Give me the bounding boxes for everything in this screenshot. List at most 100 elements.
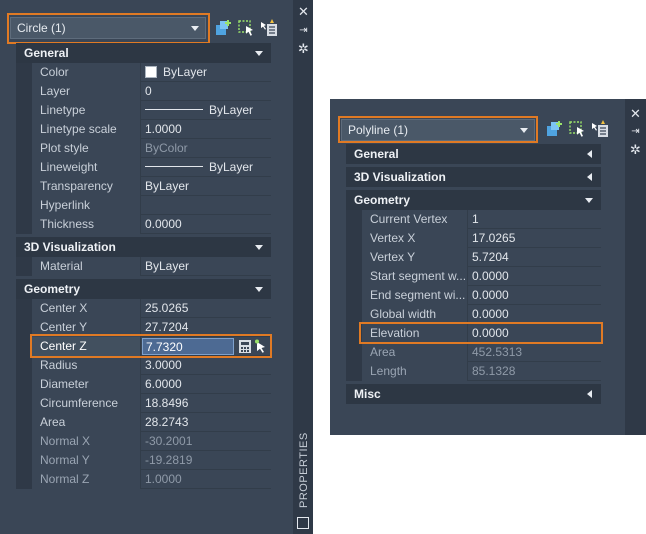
close-icon[interactable]: ✕ [629, 107, 642, 120]
auto-hide-icon[interactable]: ⇥ [297, 24, 310, 37]
properties-palette-icon [297, 517, 309, 529]
section-misc[interactable]: Misc [346, 384, 601, 404]
prop-value[interactable]: 0.0000 [468, 286, 601, 305]
toggle-pickadd-icon[interactable] [214, 19, 232, 37]
object-type-dropdown[interactable]: Circle (1) [10, 17, 206, 39]
visualization-grid: Material ByLayer [16, 257, 271, 276]
prop-value[interactable]: 6.0000 [141, 375, 271, 394]
prop-row-linetype[interactable]: Linetype ByLayer [32, 101, 271, 120]
object-type-dropdown[interactable]: Polyline (1) [341, 119, 535, 141]
prop-row-diameter[interactable]: Diameter 6.0000 [32, 375, 271, 394]
quick-select-icon[interactable] [591, 120, 609, 138]
prop-value[interactable]: 0 [141, 82, 271, 101]
prop-value[interactable]: ByLayer [141, 63, 271, 82]
geometry-grid: Center X 25.0265 Center Y 27.7204 Center… [16, 299, 271, 489]
close-icon[interactable]: ✕ [297, 5, 310, 18]
prop-row-vertex-y[interactable]: Vertex Y 5.7204 [362, 248, 601, 267]
prop-row-radius[interactable]: Radius 3.0000 [32, 356, 271, 375]
collapse-icon [255, 51, 263, 56]
pick-point-icon[interactable] [254, 339, 268, 354]
prop-row-transparency[interactable]: Transparency ByLayer [32, 177, 271, 196]
prop-row-center-x[interactable]: Center X 25.0265 [32, 299, 271, 318]
prop-value[interactable]: 5.7204 [468, 248, 601, 267]
prop-row-current-vertex[interactable]: Current Vertex 1 [362, 210, 601, 229]
prop-value[interactable]: 18.8496 [141, 394, 271, 413]
prop-value[interactable]: 1.0000 [141, 120, 271, 139]
palette-title-label: PROPERTIES [298, 432, 310, 508]
section-general[interactable]: General [16, 43, 271, 63]
prop-row-center-y[interactable]: Center Y 27.7204 [32, 318, 271, 337]
prop-value[interactable]: ByLayer [141, 158, 271, 177]
section-3d-visualization[interactable]: 3D Visualization [346, 167, 601, 187]
prop-label: Center X [32, 299, 141, 318]
prop-row-circumference[interactable]: Circumference 18.8496 [32, 394, 271, 413]
prop-row-hyperlink[interactable]: Hyperlink [32, 196, 271, 215]
lineweight-value: ByLayer [209, 160, 254, 174]
color-value: ByLayer [163, 65, 208, 79]
color-swatch-icon [145, 66, 157, 78]
prop-value[interactable]: 0.0000 [468, 324, 601, 343]
prop-value[interactable]: 0.0000 [141, 215, 271, 234]
prop-label: Diameter [32, 375, 141, 394]
prop-value[interactable]: 28.2743 [141, 413, 271, 432]
prop-row-color[interactable]: Color ByLayer [32, 63, 271, 82]
prop-value[interactable]: 27.7204 [141, 318, 271, 337]
prop-label: Normal X [32, 432, 141, 451]
prop-label: Circumference [32, 394, 141, 413]
prop-label: Center Y [32, 318, 141, 337]
prop-value[interactable]: 17.0265 [468, 229, 601, 248]
prop-value: ByColor [145, 141, 188, 155]
prop-row-vertex-x[interactable]: Vertex X 17.0265 [362, 229, 601, 248]
prop-value[interactable]: ByLayer [141, 101, 271, 120]
prop-row-plot-style: Plot style ByColor [32, 139, 271, 158]
section-3d-visualization[interactable]: 3D Visualization [16, 237, 271, 257]
prop-label: Transparency [32, 177, 141, 196]
prop-value[interactable]: 0.0000 [468, 305, 601, 324]
prop-label: Current Vertex [362, 210, 468, 229]
prop-value[interactable]: 3.0000 [141, 356, 271, 375]
prop-label: Elevation [362, 324, 468, 343]
prop-row-normal-y: Normal Y -19.2819 [32, 451, 271, 470]
section-general[interactable]: General [346, 144, 601, 164]
prop-label: Normal Y [32, 451, 141, 470]
prop-row-global-width[interactable]: Global width 0.0000 [362, 305, 601, 324]
quick-select-icon[interactable] [260, 19, 278, 37]
prop-row-area: Area 452.5313 [362, 343, 601, 362]
prop-row-thickness[interactable]: Thickness 0.0000 [32, 215, 271, 234]
section-3d-visualization-title: 3D Visualization [354, 170, 446, 184]
prop-row-center-z[interactable]: Center Z 7.7320 [32, 337, 271, 356]
grid-gutter [16, 63, 32, 234]
prop-label: Linetype [32, 101, 141, 120]
prop-row-lineweight[interactable]: Lineweight ByLayer [32, 158, 271, 177]
prop-row-material[interactable]: Material ByLayer [32, 257, 271, 276]
prop-value[interactable]: 25.0265 [141, 299, 271, 318]
section-geometry[interactable]: Geometry [16, 279, 271, 299]
lineweight-preview [145, 166, 203, 167]
prop-value[interactable] [141, 196, 271, 215]
prop-row-area[interactable]: Area 28.2743 [32, 413, 271, 432]
section-geometry[interactable]: Geometry [346, 190, 601, 210]
prop-row-start-segment-width[interactable]: Start segment w... 0.0000 [362, 267, 601, 286]
prop-label: Vertex Y [362, 248, 468, 267]
calculator-icon[interactable] [238, 339, 252, 354]
prop-row-layer[interactable]: Layer 0 [32, 82, 271, 101]
prop-row-elevation[interactable]: Elevation 0.0000 [362, 324, 601, 343]
toggle-pickadd-icon[interactable] [545, 120, 563, 138]
prop-row-end-segment-width[interactable]: End segment wi... 0.0000 [362, 286, 601, 305]
prop-value[interactable]: ByLayer [141, 177, 271, 196]
collapse-icon [255, 287, 263, 292]
center-z-input[interactable]: 7.7320 [142, 338, 234, 355]
select-objects-icon[interactable] [568, 120, 586, 138]
select-objects-icon[interactable] [237, 19, 255, 37]
prop-value[interactable]: 1 [468, 210, 601, 229]
prop-row-linetype-scale[interactable]: Linetype scale 1.0000 [32, 120, 271, 139]
collapse-icon [255, 245, 263, 250]
prop-value: 452.5313 [472, 345, 523, 359]
prop-value[interactable]: ByLayer [141, 257, 271, 276]
settings-icon[interactable]: ✲ [297, 42, 310, 55]
auto-hide-icon[interactable]: ⇥ [629, 125, 642, 138]
prop-label: Material [32, 257, 141, 276]
prop-row-length: Length 85.1328 [362, 362, 601, 381]
settings-icon[interactable]: ✲ [629, 143, 642, 156]
prop-value[interactable]: 0.0000 [468, 267, 601, 286]
